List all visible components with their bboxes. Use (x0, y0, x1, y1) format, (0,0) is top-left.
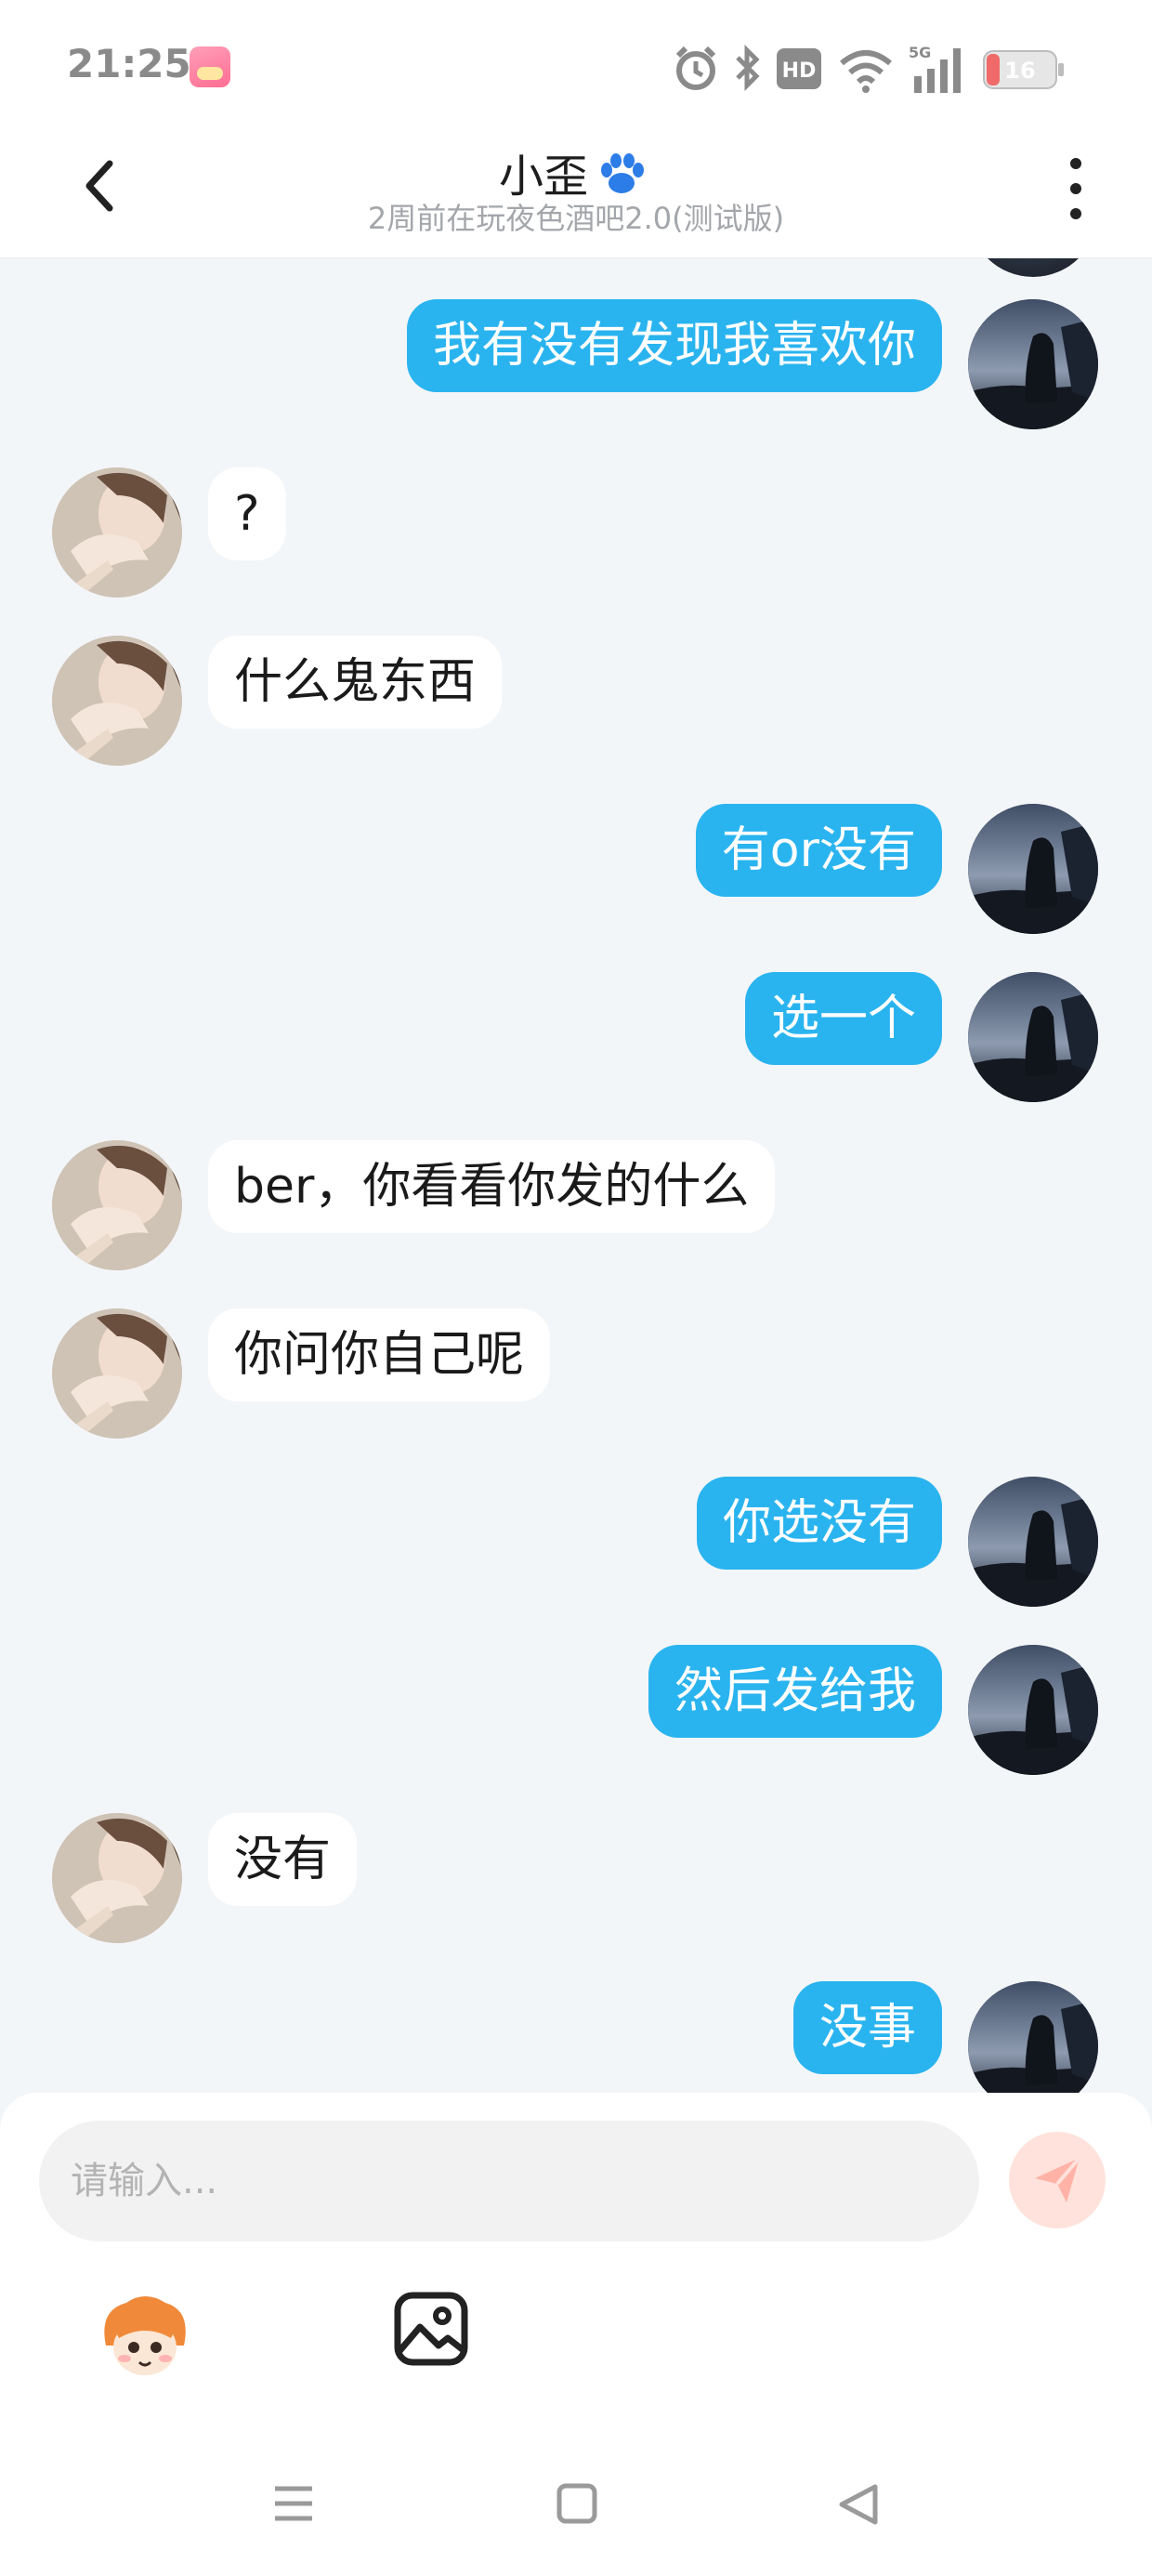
chat-subtitle: 2周前在玩夜色酒吧2.0(测试版) (367, 201, 785, 236)
my-avatar[interactable] (968, 299, 1098, 429)
their-message-bubble[interactable]: 没有 (208, 1813, 358, 1906)
home-icon[interactable] (556, 2481, 598, 2526)
my-message-bubble[interactable]: 你选没有 (696, 1477, 942, 1570)
contact-avatar[interactable] (52, 1308, 182, 1439)
image-icon[interactable] (392, 2290, 470, 2368)
my-avatar[interactable] (968, 972, 1098, 1102)
svg-text:HD: HD (782, 59, 817, 83)
their-message-row: 你问你自己呢 (0, 1308, 1152, 1439)
their-message-bubble[interactable]: ber，你看看你发的什么 (208, 1140, 776, 1233)
system-nav-bar (0, 2453, 1152, 2576)
their-message-row: 什么鬼东西 (0, 636, 1152, 766)
status-time: 21:25 (67, 41, 191, 86)
my-message-bubble[interactable]: 有or没有 (695, 804, 942, 897)
wifi-icon (840, 50, 892, 93)
my-message-row: 我有没有发现我喜欢你 (0, 299, 1152, 429)
bluetooth-icon (736, 44, 760, 92)
sticker-icon[interactable] (97, 2290, 193, 2383)
my-message-row: 你选没有 (0, 1477, 1152, 1607)
chat-header: 小歪 2周前在玩夜色酒吧2.0(测试版) (0, 139, 1152, 258)
my-avatar[interactable] (968, 1477, 1098, 1607)
their-message-bubble[interactable]: ? (208, 467, 286, 560)
their-message-bubble[interactable]: 你问你自己呢 (208, 1308, 551, 1401)
my-avatar[interactable] (968, 258, 1098, 277)
send-icon (1035, 2156, 1081, 2202)
app-notification-icon (190, 46, 230, 87)
my-message-bubble[interactable]: 没事 (792, 1981, 942, 2074)
battery-icon: 16 (983, 50, 1064, 89)
my-message-bubble[interactable]: 选一个 (744, 972, 942, 1065)
my-avatar[interactable] (968, 1981, 1098, 2098)
contact-avatar[interactable] (52, 467, 182, 598)
contact-avatar[interactable] (52, 1813, 182, 1943)
more-icon[interactable] (1055, 154, 1096, 223)
their-message-bubble[interactable]: 什么鬼东西 (208, 636, 503, 729)
contact-avatar[interactable] (52, 1140, 182, 1270)
my-message-row: 有or没有 (0, 804, 1152, 934)
my-message-row: 然后发给我 (0, 1645, 1152, 1775)
my-avatar[interactable] (968, 804, 1098, 934)
svg-text:16: 16 (1004, 58, 1035, 84)
svg-text:5G: 5G (909, 44, 931, 61)
their-message-row: ? (0, 467, 1152, 598)
their-message-row: ber，你看看你发的什么 (0, 1140, 1152, 1270)
paw-icon (601, 153, 644, 193)
contact-avatar[interactable] (52, 636, 182, 766)
message-input[interactable] (39, 2121, 979, 2241)
message-list[interactable]: 我有没有发现我喜欢你? 什么鬼东西有or没有选一个 ber，你看看你发的什么 你问你自… (0, 258, 1152, 2098)
status-bar: 21:25 HD 5G 16 (0, 0, 1152, 139)
send-button[interactable] (1009, 2132, 1106, 2228)
back-triangle-icon[interactable] (836, 2481, 881, 2528)
alarm-icon (675, 46, 716, 90)
their-message-row: 没有 (0, 1813, 1152, 1943)
menu-icon[interactable] (271, 2481, 316, 2526)
hd-icon: HD (777, 48, 821, 89)
my-message-row: 没事 (0, 1981, 1152, 2098)
my-avatar[interactable] (968, 1645, 1098, 1775)
my-message-bubble[interactable]: 我有没有发现我喜欢你 (406, 299, 942, 392)
my-message-bubble[interactable]: 然后发给我 (648, 1645, 942, 1738)
signal-icon: 5G (909, 44, 961, 93)
status-icons: HD 5G 16 (673, 43, 1081, 95)
my-message-row: 选一个 (0, 972, 1152, 1102)
